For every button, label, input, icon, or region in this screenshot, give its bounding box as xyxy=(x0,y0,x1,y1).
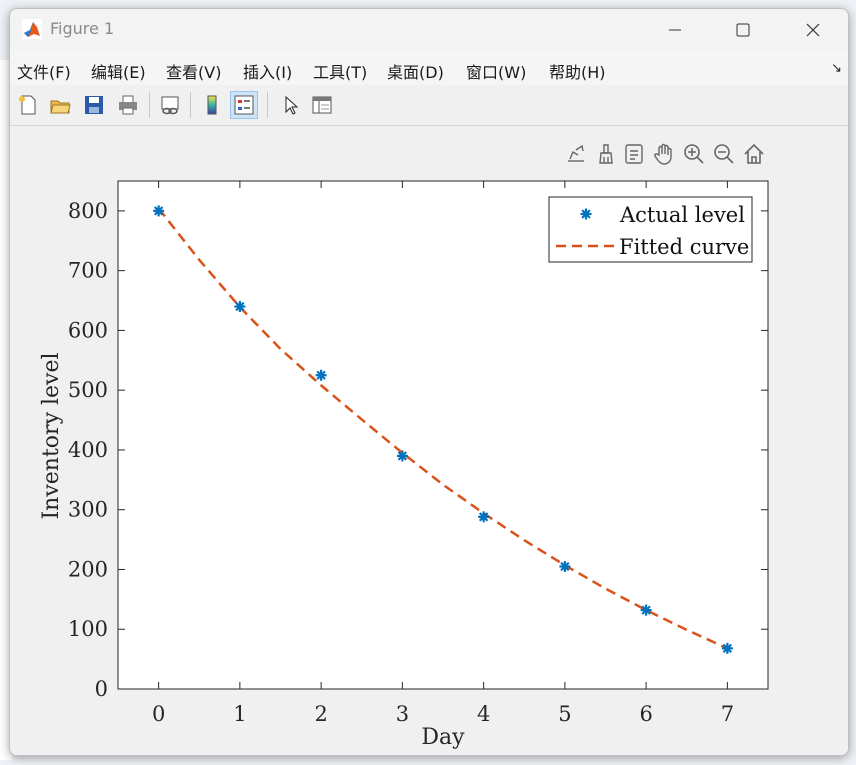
new-figure-icon[interactable] xyxy=(14,91,42,119)
y-tick-label: 100 xyxy=(68,617,108,641)
data-point xyxy=(559,560,571,572)
y-tick-label: 300 xyxy=(68,498,108,522)
y-tick-label: 800 xyxy=(68,199,108,223)
data-point xyxy=(396,450,408,462)
toolbar-separator xyxy=(149,92,150,118)
insert-legend-icon[interactable] xyxy=(230,91,258,119)
x-tick-label: 3 xyxy=(396,702,409,726)
menu-bar: 文件(F) 编辑(E) 查看(V) 插入(I) 工具(T) 桌面(D) 窗口(W… xyxy=(10,51,848,85)
insert-colorbar-icon[interactable] xyxy=(198,91,226,119)
x-tick-label: 1 xyxy=(233,702,246,726)
link-plot-icon[interactable] xyxy=(156,91,184,119)
legend-entry-actual: Actual level xyxy=(619,203,745,227)
data-point xyxy=(234,301,246,313)
x-axis-label: Day xyxy=(421,725,465,750)
undock-icon[interactable]: ↘ xyxy=(831,61,842,76)
figure-toolbar xyxy=(10,85,848,126)
open-icon[interactable] xyxy=(46,91,74,119)
x-tick-label: 4 xyxy=(477,702,490,726)
save-icon[interactable] xyxy=(80,91,108,119)
menu-file[interactable]: 文件(F) xyxy=(17,59,71,83)
toolbar-separator xyxy=(190,92,191,118)
data-point xyxy=(153,205,165,217)
data-point xyxy=(640,604,652,616)
x-tick-label: 0 xyxy=(152,702,165,726)
figure-canvas[interactable]: 0 100 200 300 400 500 600 700 800 0 1 2 3 4 5 6 7 Day In… xyxy=(10,126,848,755)
data-point xyxy=(478,511,490,523)
axes: 0 100 200 300 400 500 600 700 800 0 1 2 3 4 5 6 7 xyxy=(68,180,769,726)
data-point xyxy=(721,642,733,654)
menu-help[interactable]: 帮助(H) xyxy=(549,59,606,83)
window-title: Figure 1 xyxy=(50,19,115,38)
minimize-icon xyxy=(669,29,681,31)
x-tick-label: 5 xyxy=(558,702,571,726)
legend-entry-fitted: Fitted curve xyxy=(619,235,749,259)
toolbar-separator xyxy=(267,92,268,118)
matlab-logo-icon xyxy=(22,19,42,39)
edit-plot-icon[interactable] xyxy=(276,91,304,119)
data-point xyxy=(580,208,592,220)
minimize-button[interactable] xyxy=(652,15,698,45)
y-tick-label: 200 xyxy=(68,557,108,581)
menu-insert[interactable]: 插入(I) xyxy=(243,59,292,83)
legend[interactable]: Actual level Fitted curve xyxy=(548,196,753,263)
y-tick-label: 600 xyxy=(68,318,108,342)
maximize-button[interactable] xyxy=(720,15,766,45)
data-point xyxy=(315,369,327,381)
menu-tools[interactable]: 工具(T) xyxy=(313,59,367,83)
plot-area: 0 100 200 300 400 500 600 700 800 0 1 2 3 4 5 6 7 Day In… xyxy=(39,180,769,750)
menu-window[interactable]: 窗口(W) xyxy=(466,59,526,83)
y-tick-label: 0 xyxy=(95,677,108,701)
menu-edit[interactable]: 编辑(E) xyxy=(91,59,146,83)
y-axis-label: Inventory level xyxy=(39,352,64,519)
title-bar[interactable]: Figure 1 xyxy=(10,9,848,51)
figure-window: Figure 1 文件(F) 编辑(E) 查看(V) 插入(I) 工具(T) 桌… xyxy=(9,8,849,756)
close-button[interactable] xyxy=(790,15,836,45)
property-inspector-icon[interactable] xyxy=(308,91,336,119)
maximize-icon xyxy=(736,23,750,37)
print-icon[interactable] xyxy=(114,91,142,119)
y-tick-label: 500 xyxy=(68,378,108,402)
y-tick-label: 400 xyxy=(68,438,108,462)
menu-view[interactable]: 查看(V) xyxy=(166,59,221,83)
x-tick-label: 2 xyxy=(314,702,327,726)
x-tick-label: 6 xyxy=(639,702,652,726)
legend-marker-actual xyxy=(580,208,592,220)
x-tick-label: 7 xyxy=(721,702,734,726)
close-icon xyxy=(806,23,820,37)
y-tick-label: 700 xyxy=(68,259,108,283)
menu-desktop[interactable]: 桌面(D) xyxy=(387,59,444,83)
